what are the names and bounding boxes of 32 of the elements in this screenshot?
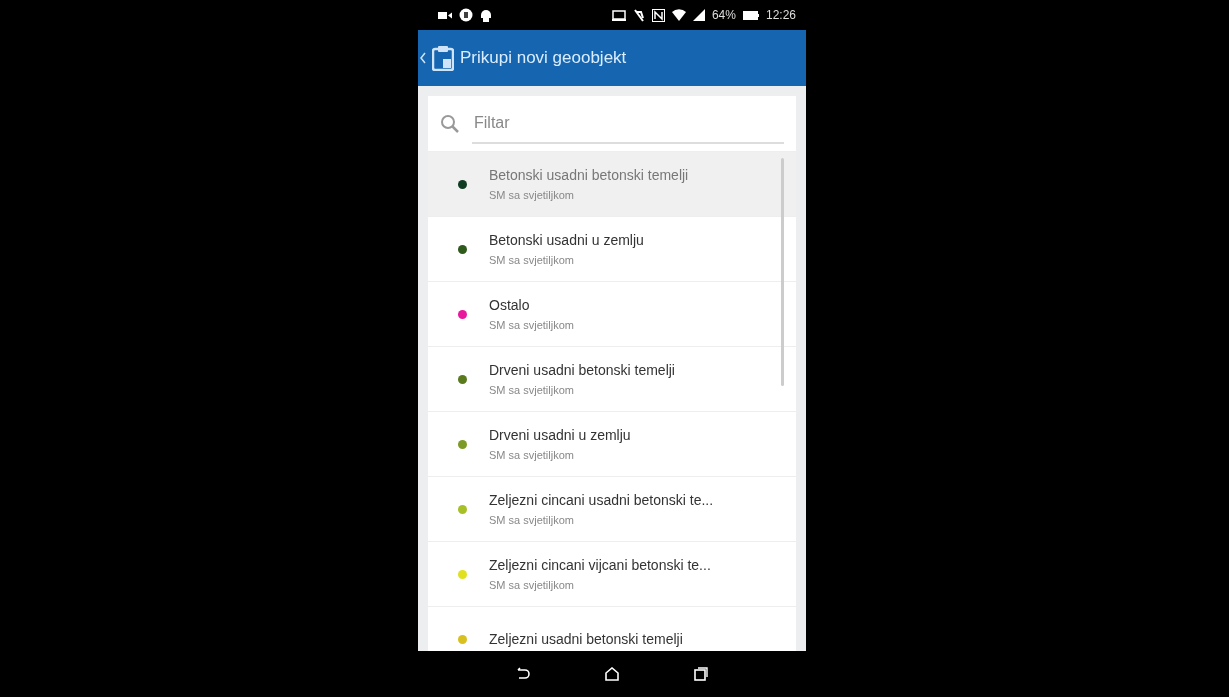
filter-field[interactable]: Filtar	[472, 103, 784, 144]
recents-icon	[694, 667, 709, 681]
wifi-icon	[671, 9, 686, 21]
video-camera-icon	[438, 10, 452, 20]
battery-icon	[742, 10, 759, 20]
item-subtitle: SM sa svjetiljkom	[489, 449, 575, 461]
item-subtitle: SM sa svjetiljkom	[489, 319, 574, 331]
item-title: Zeljezni cincani vijcani betonski te...	[489, 557, 711, 573]
search-icon	[440, 113, 460, 134]
back-icon	[515, 667, 530, 681]
item-title: Ostalo	[489, 297, 531, 313]
list-item[interactable]: Betonski usadni betonski temelji SM sa svjetiljkom	[428, 152, 796, 217]
item-title: Drveni usadni u zemlju	[489, 427, 631, 443]
item-subtitle: SM sa svjetiljkom	[489, 514, 575, 526]
screen-title: Prikupi novi geoobjekt	[460, 48, 627, 68]
item-subtitle: SM sa svjetiljkom	[489, 579, 575, 591]
item-title: Zeljezni cincani usadni betonski te...	[489, 492, 714, 508]
clock-time: 12:26	[765, 8, 796, 22]
item-title: Betonski usadni betonski temelji	[489, 167, 689, 183]
item-subtitle: SM sa svjetiljkom	[489, 254, 575, 266]
clipboard-icon	[432, 45, 454, 71]
item-title: Zeljezni usadni betonski temelji	[489, 631, 683, 647]
cast-icon	[611, 9, 626, 21]
item-title: Betonski usadni u zemlju	[489, 232, 644, 248]
item-subtitle: SM sa svjetiljkom	[489, 384, 575, 396]
nfc-icon	[651, 8, 665, 22]
item-subtitle: SM sa svjetiljkom	[489, 189, 575, 201]
battery-percent: 64%	[711, 8, 736, 22]
back-chevron-icon[interactable]	[420, 52, 426, 64]
item-title: Drveni usadni betonski temelji	[489, 362, 675, 378]
home-icon	[605, 667, 619, 681]
signal-icon	[692, 9, 705, 21]
